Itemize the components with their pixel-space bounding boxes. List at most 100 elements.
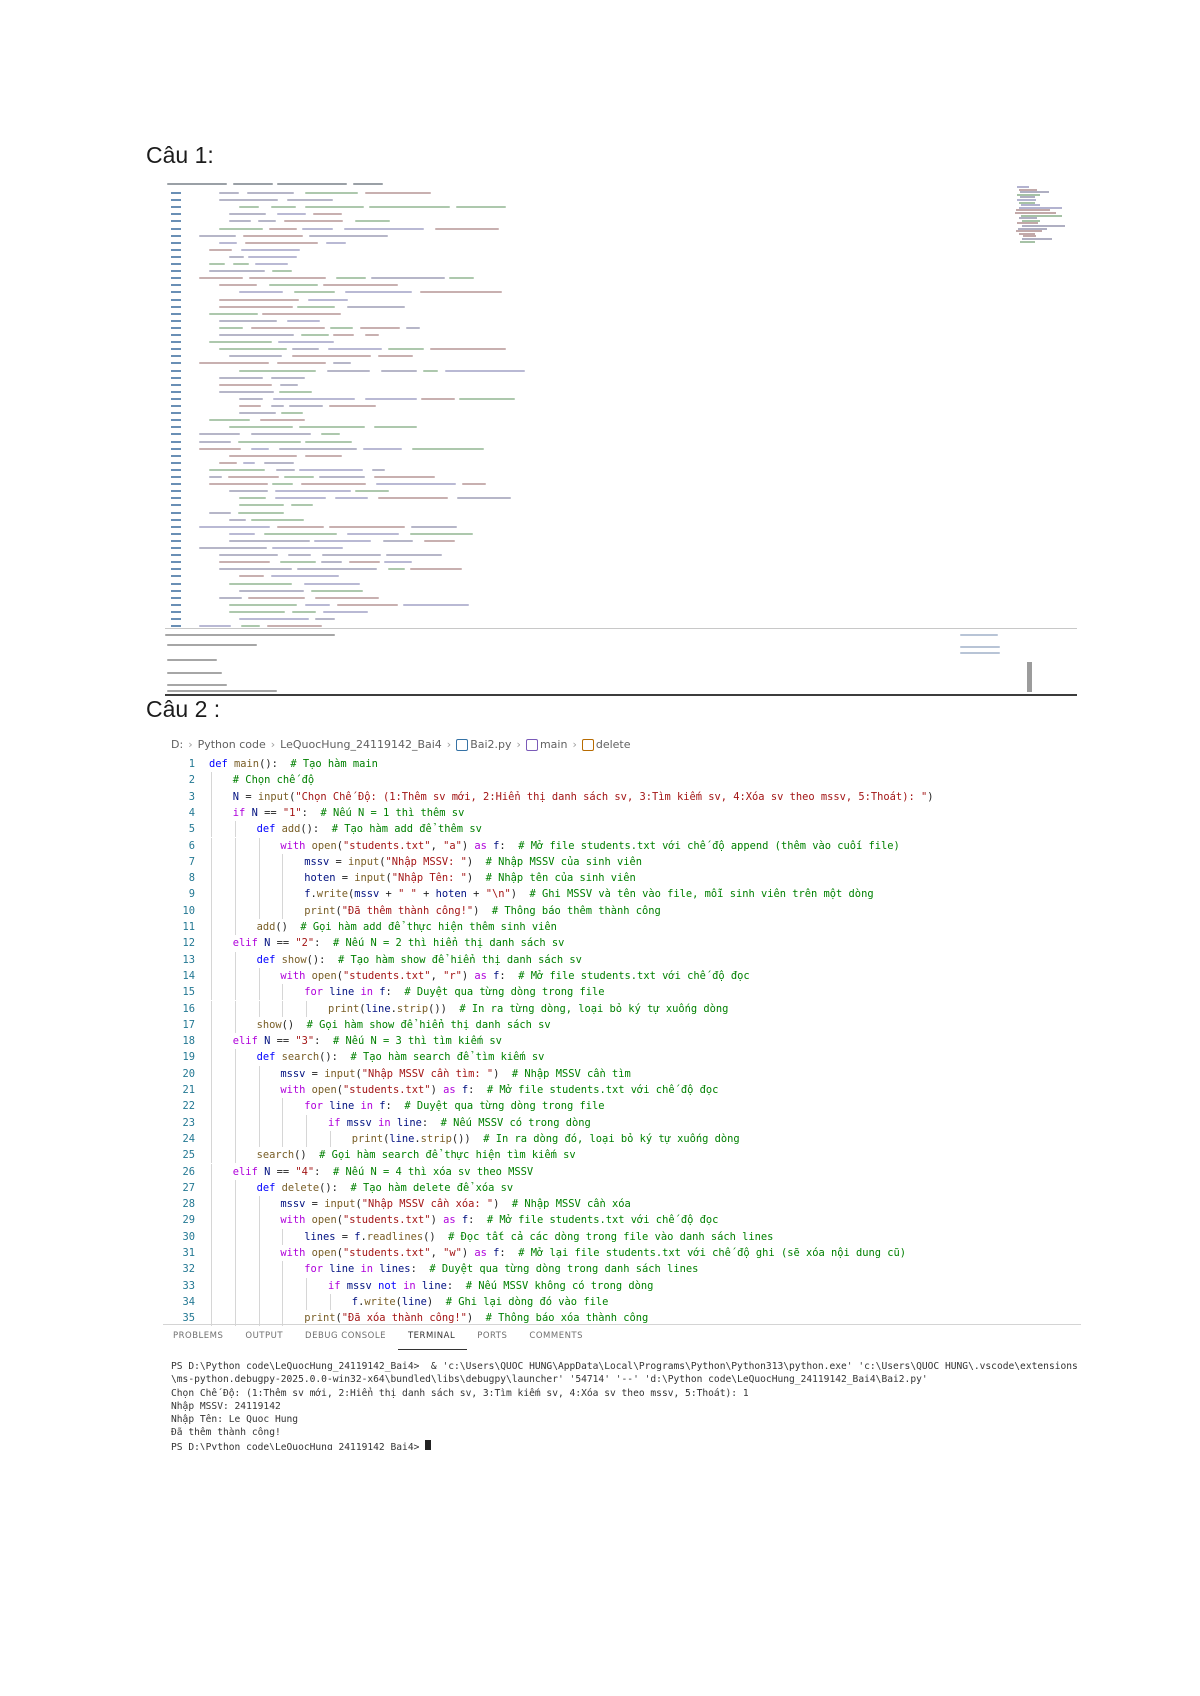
code-text: f.write(line) # Ghi lại dòng đó vào file xyxy=(352,1294,609,1310)
code-line[interactable]: 7 mssv = input("Nhập MSSV: ") # Nhập MSSV… xyxy=(163,853,1081,871)
code-line[interactable]: 13 def show(): # Tạo hàm show để hiển thị… xyxy=(163,951,1081,968)
code-line xyxy=(165,382,995,389)
code-text: with open("students.txt") as f: # Mở fil… xyxy=(280,1082,718,1098)
code-line[interactable]: 2 # Chọn chế độ xyxy=(163,772,1081,789)
code-line[interactable]: 25 search() # Gọi hàm search để thực hiện… xyxy=(163,1147,1081,1164)
code-token xyxy=(239,206,260,209)
indent-guide xyxy=(211,967,212,985)
code-token: input xyxy=(348,855,380,868)
line-number: 33 xyxy=(182,1279,195,1292)
code-token xyxy=(279,561,317,564)
code-line[interactable]: 10 print("Đã thêm thành công!") # Thông b… xyxy=(163,902,1081,919)
code-token xyxy=(219,383,273,386)
line-number xyxy=(171,596,181,599)
heading-cau-1: Câu 1: xyxy=(146,142,214,168)
code-line[interactable]: 22 for line in f: # Duyệt qua từng dòng t… xyxy=(163,1098,1081,1115)
code-token: def xyxy=(256,1181,282,1194)
code-token xyxy=(290,504,314,507)
tab-comments[interactable]: COMMENTS xyxy=(519,1325,595,1349)
code-line[interactable]: 23 if mssv in line: # Nếu MSSV có trong d… xyxy=(163,1114,1081,1131)
tab-ports[interactable]: PORTS xyxy=(467,1325,519,1349)
code-editor[interactable]: 1 def main(): # Tạo hàm main 2 # Chọn chế đ… xyxy=(163,756,1081,1327)
tab-terminal[interactable]: TERMINAL xyxy=(397,1325,468,1350)
code-line[interactable]: 20 mssv = input("Nhập MSSV cần tìm: ") # … xyxy=(163,1065,1081,1082)
code-line xyxy=(165,375,995,382)
code-line[interactable]: 33 if mssv not in line: # Nếu MSSV không … xyxy=(163,1277,1081,1294)
breadcrumb[interactable]: D: › Python code › LeQuocHung_24119142_Bai4 ›… xyxy=(171,736,631,752)
indent-guide xyxy=(234,853,236,871)
breadcrumb-item[interactable]: delete xyxy=(581,738,631,751)
indent-guide xyxy=(211,772,212,789)
code-token xyxy=(251,447,269,450)
line-number xyxy=(171,383,181,386)
code-line[interactable]: 16 print(line.strip()) # In ra từng dòng,… xyxy=(163,1000,1081,1017)
code-token xyxy=(274,490,352,493)
code-line[interactable]: 3 N = input("Chọn Chế Độ: (1:Thêm sv mới,… xyxy=(163,788,1081,805)
terminal-output[interactable]: PS D:\Python code\LeQuocHung_24119142_Ba… xyxy=(171,1360,1081,1450)
code-token xyxy=(229,213,266,216)
code-line[interactable]: 21 with open("students.txt") as f: # Mở f… xyxy=(163,1082,1081,1099)
line-number xyxy=(171,554,181,557)
code-text: if mssv in line: # Nếu MSSV có trong dòn… xyxy=(328,1115,591,1131)
code-line[interactable]: 5 def add(): # Tạo hàm add để thêm sv xyxy=(163,821,1081,838)
line-number xyxy=(171,461,181,464)
indent-guide xyxy=(211,1000,212,1017)
code-line[interactable]: 12 elif N == "2": # Nếu N = 2 thì hiển th… xyxy=(163,935,1081,952)
indent-guide xyxy=(258,1261,260,1278)
code-token xyxy=(243,234,304,237)
breadcrumb-item[interactable]: LeQuocHung_24119142_Bai4 xyxy=(280,738,442,751)
code-token xyxy=(229,539,310,542)
code-line[interactable]: 28 mssv = input("Nhập MSSV cần xóa: ") # … xyxy=(163,1196,1081,1213)
code-line xyxy=(165,502,995,509)
code-token xyxy=(305,603,331,606)
code-line xyxy=(165,218,995,225)
line-number: 7 xyxy=(188,855,195,868)
code-line[interactable]: 15 for line in f: # Duyệt qua từng dòng t… xyxy=(163,984,1081,1001)
indent-guide xyxy=(258,870,260,887)
line-number xyxy=(171,334,181,336)
code-line[interactable]: 19 def search(): # Tạo hàm search để tìm … xyxy=(163,1049,1081,1066)
code-token xyxy=(199,525,270,528)
line-number xyxy=(171,547,181,549)
line-number xyxy=(171,390,181,393)
indent-guide xyxy=(234,1179,236,1197)
code-line[interactable]: 29 with open("students.txt") as f: # Mở f… xyxy=(163,1212,1081,1229)
tab-debug-console[interactable]: DEBUG CONSOLE xyxy=(295,1325,398,1349)
code-line[interactable]: 1 def main(): # Tạo hàm main xyxy=(163,756,1081,772)
code-line[interactable]: 26 elif N == "4": # Nếu N = 4 thì xóa sv … xyxy=(163,1163,1081,1180)
code-token xyxy=(219,334,294,336)
code-line[interactable]: 31 with open("students.txt", "w") as f: #… xyxy=(163,1245,1081,1262)
code-token xyxy=(239,397,263,400)
code-line[interactable]: 32 for line in lines: # Duyệt qua từng dò… xyxy=(163,1261,1081,1278)
terminal-line xyxy=(167,684,227,686)
code-line[interactable]: 8 hoten = input("Nhập Tên: ") # Nhập tên … xyxy=(163,870,1081,887)
code-token xyxy=(380,369,417,372)
code-line[interactable]: 27 def delete(): # Tạo hàm delete để xóa … xyxy=(163,1179,1081,1197)
code-token: , xyxy=(430,969,444,982)
code-line[interactable]: 6 with open("students.txt", "a") as f: # … xyxy=(163,837,1081,854)
breadcrumb-item[interactable]: main xyxy=(525,738,567,751)
code-line[interactable]: 24 print(line.strip()) # In ra dòng đó, l… xyxy=(163,1130,1081,1148)
indent-guide xyxy=(211,1098,212,1115)
tab-problems[interactable]: PROBLEMS xyxy=(163,1325,235,1349)
code-line[interactable]: 14 with open("students.txt", "r") as f: #… xyxy=(163,967,1081,985)
breadcrumb-item[interactable]: D: xyxy=(171,738,183,751)
code-line xyxy=(165,226,995,233)
code-token xyxy=(238,440,302,443)
code-line[interactable]: 11 add() # Gọi hàm add để thực hiện thêm … xyxy=(163,919,1081,936)
code-line[interactable]: 30 lines = f.readlines() # Đọc tất cả các… xyxy=(163,1228,1081,1245)
code-line[interactable]: 34 f.write(line) # Ghi lại dòng đó vào fi… xyxy=(163,1293,1081,1311)
code-text: def search(): # Tạo hàm search để tìm ki… xyxy=(257,1049,545,1065)
indent-guide xyxy=(258,886,260,903)
tab-output[interactable]: OUTPUT xyxy=(235,1325,295,1349)
code-line[interactable]: 17 show() # Gọi hàm show để hiển thị danh… xyxy=(163,1016,1081,1034)
line-number xyxy=(171,291,181,294)
breadcrumb-item[interactable]: Bai2.py xyxy=(456,738,512,751)
code-line[interactable]: 18 elif N == "3": # Nếu N = 3 thì tìm kiế… xyxy=(163,1033,1081,1050)
code-line[interactable]: 9 f.write(mssv + " " + hoten + "\n") # Gh… xyxy=(163,886,1081,903)
code-line[interactable]: 4 if N == "1": # Nếu N = 1 thì thêm sv xyxy=(163,804,1081,822)
code-token xyxy=(325,241,347,244)
code-line xyxy=(165,360,995,367)
terminal-scrollbar[interactable] xyxy=(1027,662,1032,692)
breadcrumb-item[interactable]: Python code xyxy=(198,738,266,751)
